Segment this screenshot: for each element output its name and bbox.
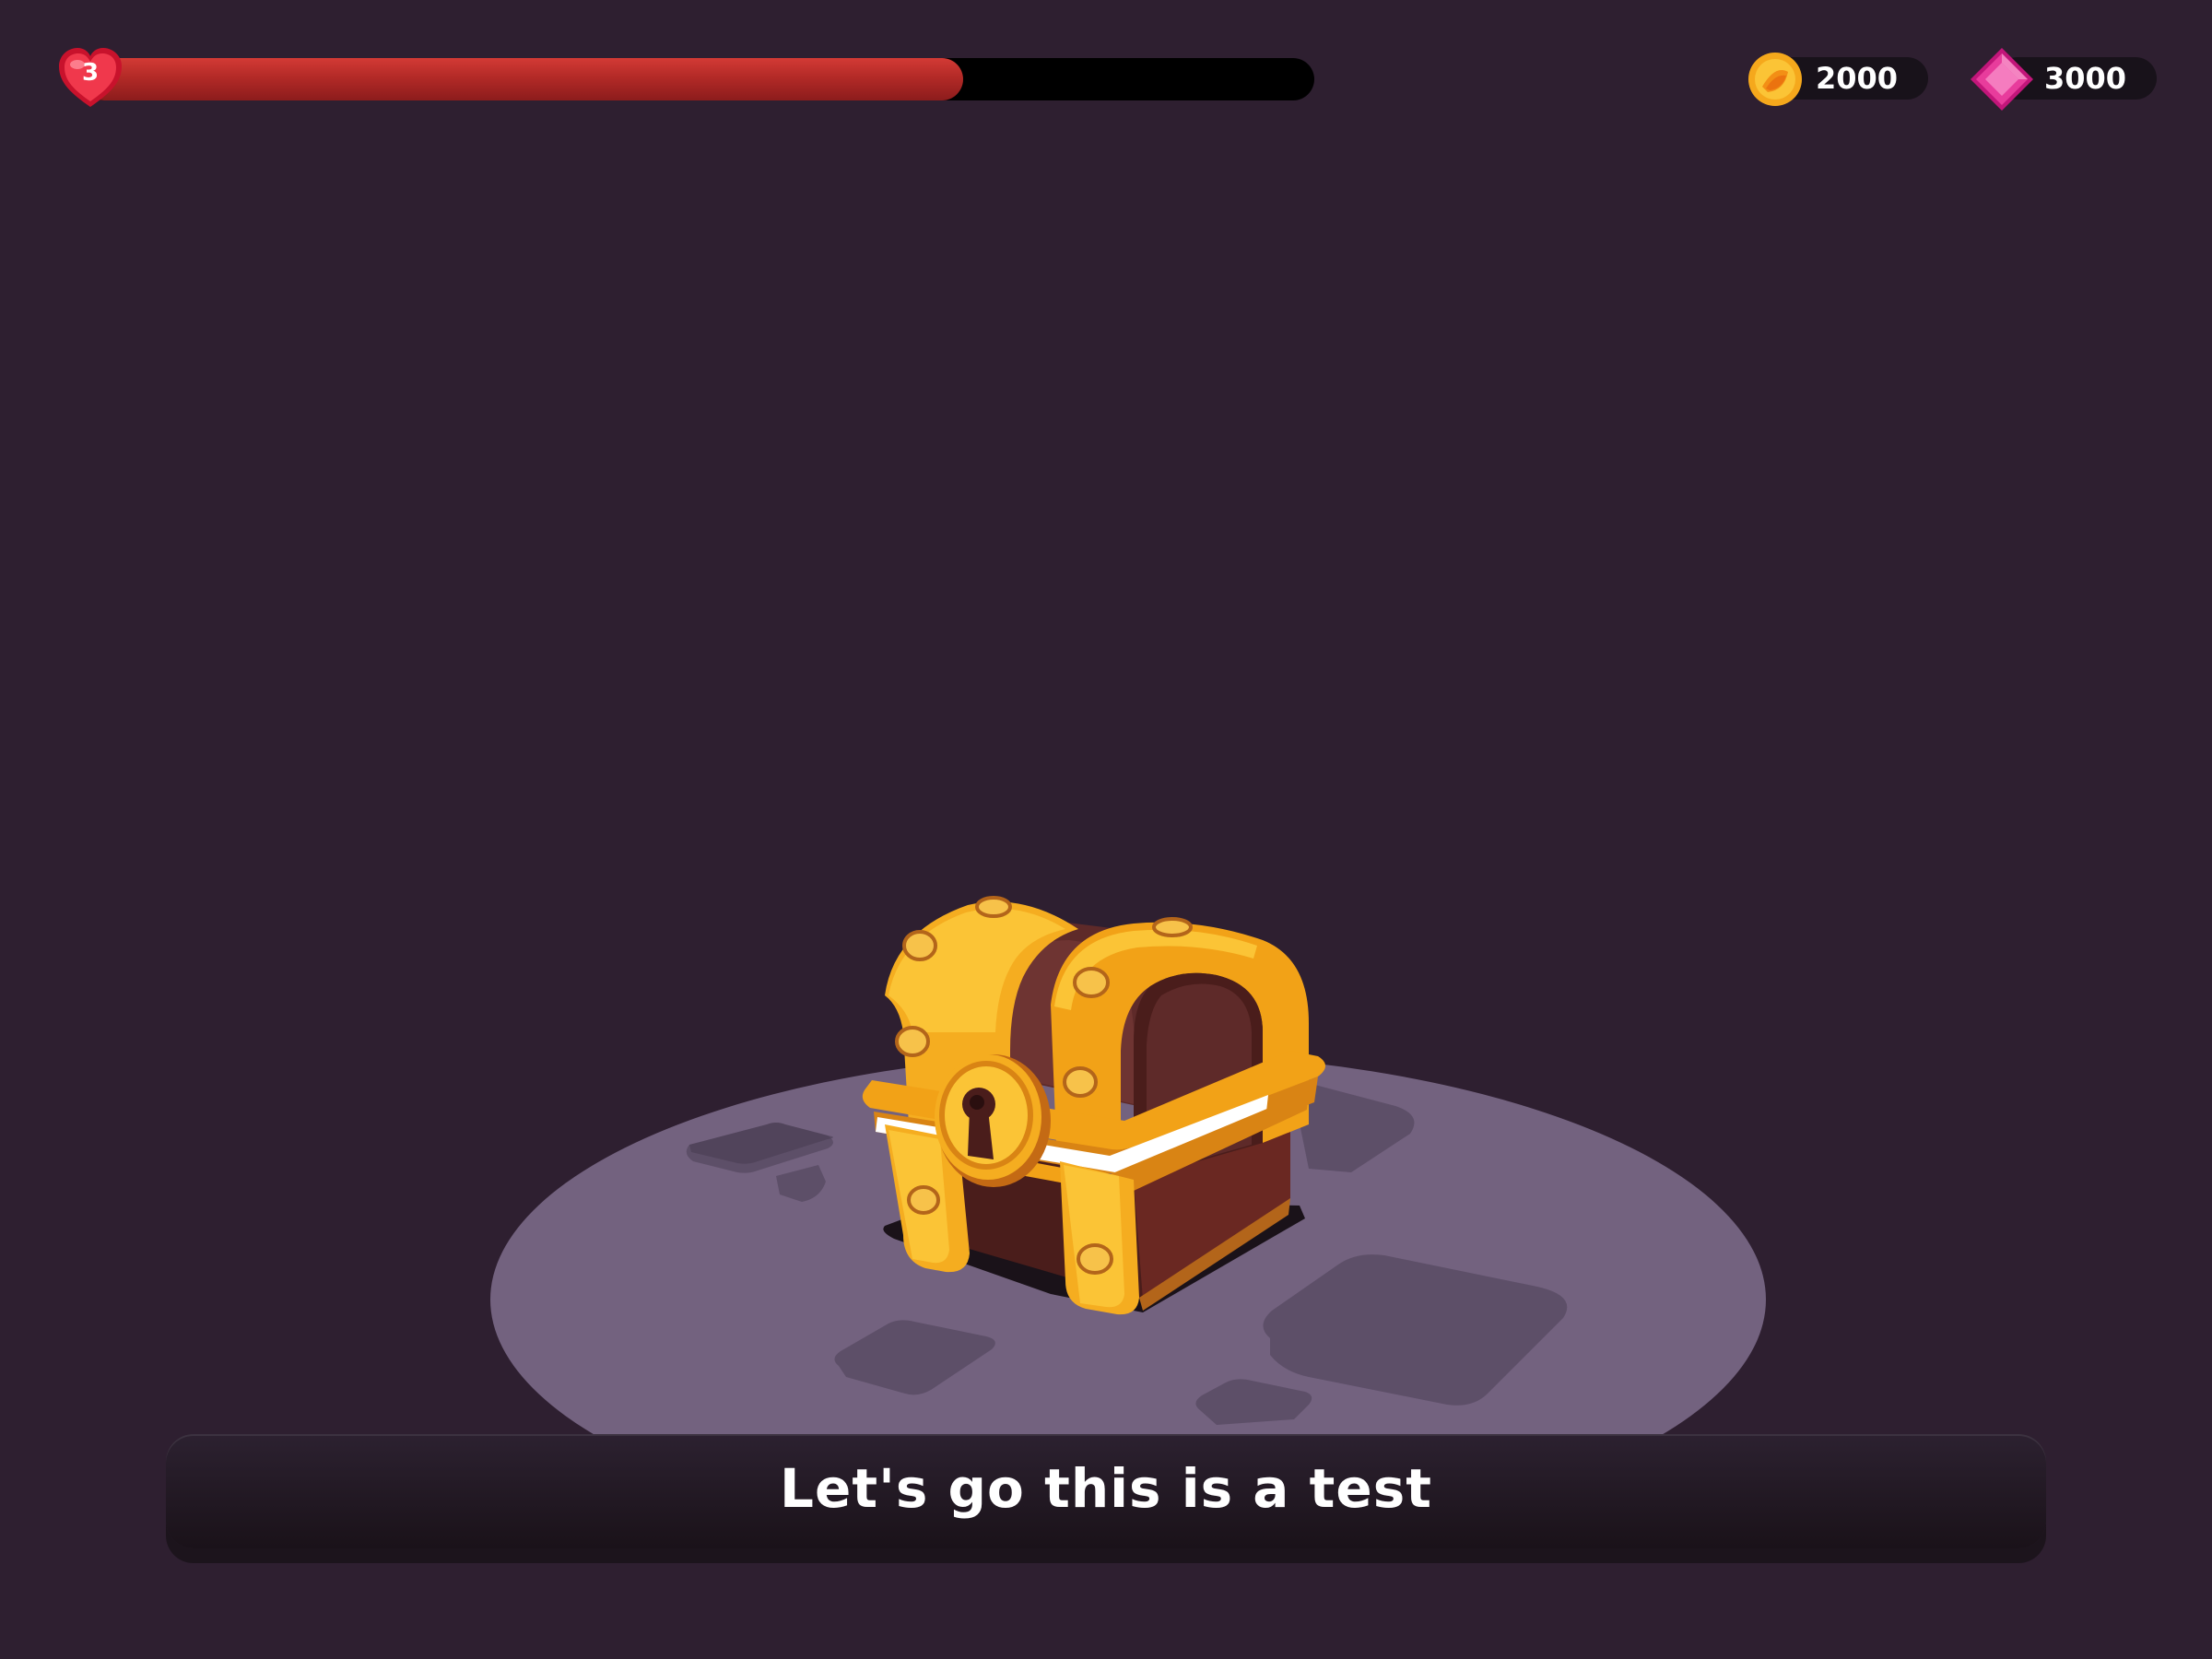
gems-value: 3000 xyxy=(2044,61,2127,96)
treasure-chest[interactable] xyxy=(830,848,1346,1327)
game-screen: 3 2000 3000 Let's go this is a test xyxy=(0,0,2212,1659)
dialogue-box[interactable]: Let's go this is a test xyxy=(166,1434,2046,1548)
lives-count: 3 xyxy=(81,59,100,87)
gem-icon xyxy=(1971,48,2033,111)
stone-platform xyxy=(490,1053,1766,1547)
coins-value: 2000 xyxy=(1816,61,1899,96)
health-bar xyxy=(83,58,1314,100)
health-bar-fill xyxy=(83,58,964,100)
coin-icon xyxy=(1748,53,1802,106)
dialogue-text: Let's go this is a test xyxy=(780,1457,1432,1520)
